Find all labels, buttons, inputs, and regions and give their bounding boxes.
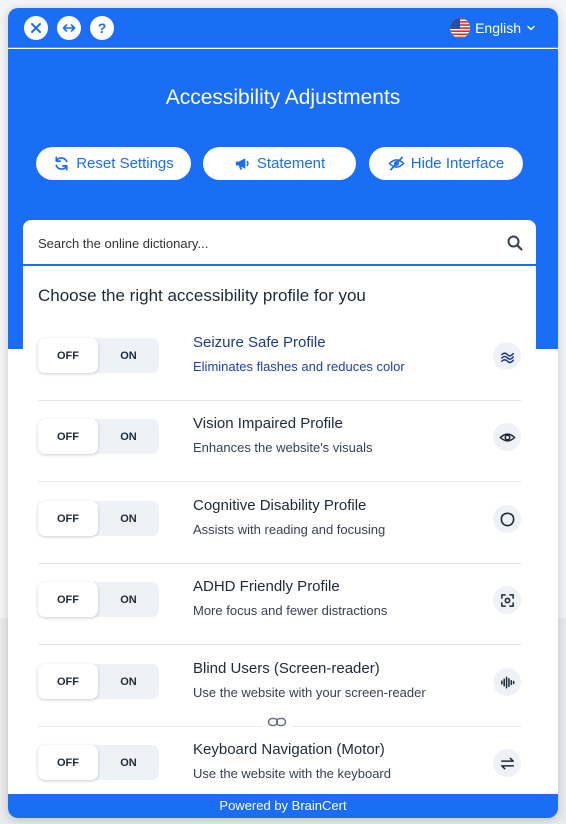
profile-row-cognitive-disability: OFF ON Cognitive Disability Profile Assi…	[38, 483, 521, 564]
profile-row-seizure-safe: OFF ON Seizure Safe Profile Eliminates f…	[38, 320, 521, 401]
language-label: English	[475, 20, 521, 36]
toggle-off-option[interactable]: OFF	[38, 582, 98, 617]
blind-users-toggle[interactable]: OFF ON	[38, 664, 159, 699]
profile-title: ADHD Friendly Profile	[193, 578, 340, 595]
profile-title: Vision Impaired Profile	[193, 415, 343, 432]
toggle-on-option[interactable]: ON	[98, 338, 159, 373]
cognitive-disability-toggle[interactable]: OFF ON	[38, 501, 159, 536]
toggle-on-option[interactable]: ON	[98, 419, 159, 454]
seizure-safe-toggle[interactable]: OFF ON	[38, 338, 159, 373]
dictionary-search	[23, 220, 536, 266]
profile-description: Enhances the website's visuals	[193, 440, 373, 455]
megaphone-icon	[235, 158, 249, 170]
keyboard-navigation-toggle[interactable]: OFF ON	[38, 745, 159, 780]
reset-settings-label: Reset Settings	[76, 155, 174, 172]
toggle-off-option[interactable]: OFF	[38, 338, 98, 373]
eye-slash-icon	[388, 156, 405, 171]
eye-icon	[493, 423, 521, 451]
toggle-off-option[interactable]: OFF	[38, 664, 98, 699]
row-divider	[38, 481, 521, 482]
statement-label: Statement	[256, 155, 326, 172]
waves-icon	[493, 342, 521, 370]
focus-target-icon	[493, 586, 521, 614]
brain-icon	[493, 505, 521, 533]
refresh-icon	[55, 156, 68, 171]
language-selector[interactable]: English	[450, 18, 536, 38]
widget-header: ? English	[8, 8, 558, 48]
hide-interface-label: Hide Interface	[410, 155, 505, 172]
toggle-on-option[interactable]: ON	[98, 664, 159, 699]
profile-description: Eliminates flashes and reduces color	[193, 359, 405, 374]
row-divider	[38, 644, 521, 645]
hide-interface-button[interactable]: Hide Interface	[369, 147, 523, 180]
close-button[interactable]	[24, 16, 48, 40]
profile-title: Seizure Safe Profile	[193, 334, 326, 351]
profile-title: Keyboard Navigation (Motor)	[193, 741, 385, 758]
close-icon	[31, 23, 41, 33]
toggle-off-option[interactable]: OFF	[38, 501, 98, 536]
profile-title: Blind Users (Screen-reader)	[193, 660, 380, 677]
audio-waveform-icon	[493, 668, 521, 696]
vision-impaired-toggle[interactable]: OFF ON	[38, 419, 159, 454]
statement-button[interactable]: Statement	[203, 147, 356, 180]
toggle-off-option[interactable]: OFF	[38, 745, 98, 780]
profile-description: Use the website with your screen-reader	[193, 685, 426, 700]
profile-row-adhd-friendly: OFF ON ADHD Friendly Profile More focus …	[38, 564, 521, 645]
chevron-down-icon	[527, 25, 535, 31]
profile-description: Use the website with the keyboard	[193, 766, 391, 781]
toggle-on-option[interactable]: ON	[98, 745, 159, 780]
adhd-friendly-toggle[interactable]: OFF ON	[38, 582, 159, 617]
reset-settings-button[interactable]: Reset Settings	[36, 147, 191, 180]
profile-description: Assists with reading and focusing	[193, 522, 386, 537]
toggle-off-option[interactable]: OFF	[38, 419, 98, 454]
profile-title: Cognitive Disability Profile	[193, 497, 367, 514]
arrows-swap-icon	[493, 749, 521, 777]
search-icon[interactable]	[506, 234, 524, 252]
toggle-position-button[interactable]	[57, 16, 81, 40]
profiles-heading: Choose the right accessibility profile f…	[38, 286, 366, 305]
swap-horizontal-icon	[62, 24, 76, 32]
profile-row-vision-impaired: OFF ON Vision Impaired Profile Enhances …	[38, 401, 521, 482]
help-button[interactable]: ?	[90, 16, 114, 40]
us-flag-icon	[450, 18, 471, 38]
toggle-on-option[interactable]: ON	[98, 501, 159, 536]
search-input[interactable]	[38, 230, 498, 256]
profile-description: More focus and fewer distractions	[193, 603, 388, 618]
accessibility-widget: ? English Accessibility Adjustments Rese…	[8, 8, 558, 818]
widget-title: Accessibility Adjustments	[165, 86, 401, 109]
profiles-card: Choose the right accessibility profile f…	[23, 220, 536, 818]
powered-by-footer[interactable]: Powered by BrainCert	[8, 794, 558, 818]
toggle-on-option[interactable]: ON	[98, 582, 159, 617]
